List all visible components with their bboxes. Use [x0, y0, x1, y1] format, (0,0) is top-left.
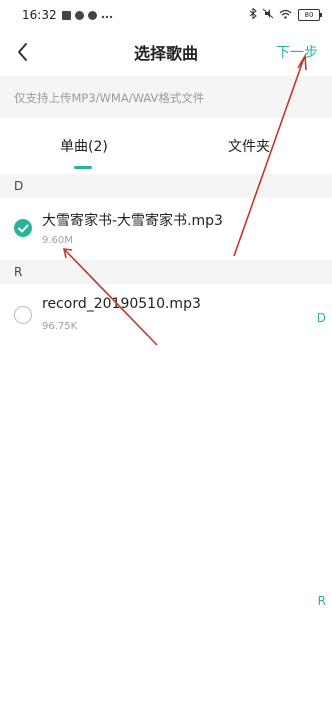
- section-header-d: D: [0, 174, 332, 198]
- status-right: 80: [249, 7, 322, 22]
- silent-icon: [262, 8, 274, 22]
- tab-active-indicator: [74, 166, 92, 169]
- song-item[interactable]: 大雪寄家书-大雪寄家书.mp3 9.60M: [0, 200, 332, 258]
- notification-icon: [75, 9, 84, 20]
- notification-icon: [88, 9, 97, 20]
- notification-icon: [62, 9, 71, 20]
- index-letter-d[interactable]: D: [317, 311, 326, 325]
- tab-bar: 单曲(2) 文件夹: [0, 120, 332, 170]
- next-step-button[interactable]: 下一步: [276, 42, 318, 62]
- section-letter: D: [14, 179, 24, 193]
- format-notice-text: 仅支持上传MP3/WMA/WAV格式文件: [14, 91, 205, 105]
- song-size: 9.60M: [42, 235, 73, 246]
- wifi-icon: [279, 9, 292, 22]
- tab-singles[interactable]: 单曲(2): [60, 136, 108, 156]
- song-item[interactable]: record_20190510.mp3 96.75K: [0, 286, 332, 344]
- section-letter: R: [14, 265, 23, 279]
- bluetooth-icon: [249, 7, 257, 22]
- tab-folders[interactable]: 文件夹: [228, 136, 270, 156]
- checked-icon[interactable]: [14, 219, 32, 237]
- battery-icon: 80: [298, 9, 322, 21]
- nav-bar: 选择歌曲 下一步: [0, 30, 332, 74]
- status-bar: 16:32 80: [0, 0, 332, 30]
- song-size: 96.75K: [42, 321, 78, 332]
- format-notice: 仅支持上传MP3/WMA/WAV格式文件: [0, 76, 332, 118]
- status-time: 16:32: [22, 8, 57, 22]
- index-letter-r[interactable]: R: [318, 594, 326, 608]
- song-name: record_20190510.mp3: [42, 296, 201, 312]
- section-header-r: R: [0, 260, 332, 284]
- unchecked-icon[interactable]: [14, 306, 32, 324]
- song-name: 大雪寄家书-大雪寄家书.mp3: [42, 213, 223, 229]
- more-icon: [101, 9, 113, 19]
